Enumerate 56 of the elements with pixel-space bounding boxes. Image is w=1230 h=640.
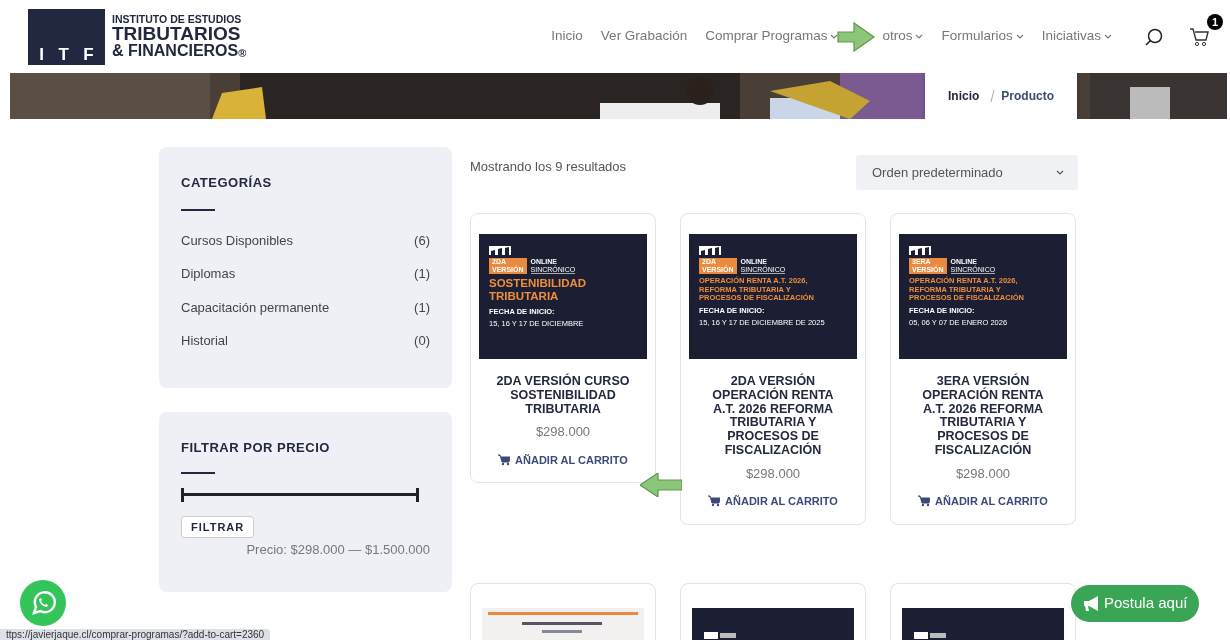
product-price: $298.000 [955, 464, 1011, 483]
arrow-annotation [640, 473, 682, 497]
cart-icon[interactable] [1189, 26, 1210, 47]
category-count: (1) [414, 265, 430, 283]
logo-text: INSTITUTO DE ESTUDIOS [112, 13, 243, 25]
category-link[interactable]: Diplomas [181, 264, 236, 284]
price-slider[interactable] [181, 487, 419, 502]
cart-icon [708, 495, 721, 508]
filter-button[interactable]: FILTRAR [181, 515, 255, 538]
add-to-cart-link[interactable]: AÑADIR AL CARRITO [708, 493, 838, 510]
logo-icon [489, 246, 511, 255]
category-link[interactable]: Capacitación permanente [181, 297, 330, 317]
category-count: (1) [414, 298, 430, 317]
logo-text: TRIBUTARIOS [112, 24, 242, 44]
breadcrumb-link[interactable]: Inicio [948, 87, 980, 105]
logo-icon [699, 246, 721, 255]
megaphone-icon [1083, 594, 1099, 612]
logo-text: & FINANCIEROS [112, 43, 239, 60]
breadcrumb-link[interactable]: Producto [1001, 87, 1054, 105]
product-title: 2DA VERSIÓN OPERACIÓN RENTA A.T. 2026 REFORMA TRIBUTARIA Y PROCESOS DE FISCALIZACIÓN [711, 375, 835, 458]
category-count: (0) [414, 332, 430, 350]
panel-title: FILTRAR POR PRECIO [181, 439, 331, 457]
logo-letter: I [39, 45, 44, 63]
product-price: $298.000 [535, 423, 591, 442]
banner-headline: SOSTENIBILIDAD TRIBUTARIA [489, 277, 588, 303]
search-icon[interactable] [1145, 27, 1163, 46]
cart-count: 1 [1207, 14, 1223, 30]
add-to-cart-link[interactable]: AÑADIR AL CARRITO [918, 493, 1048, 510]
registered-mark: ® [238, 48, 247, 60]
nav-link[interactable]: Iniciativas [1041, 26, 1113, 47]
logo-mark[interactable]: I T F [28, 8, 105, 65]
category-count: (6) [414, 231, 430, 250]
nav-link[interactable]: Ver Grabación [600, 26, 688, 47]
category-link[interactable]: Cursos Disponibles [181, 230, 293, 250]
product-title: 2DA VERSIÓN CURSO SOSTENIBILIDAD TRIBUTARIA [495, 375, 631, 417]
nav-link[interactable]: Formularios [941, 26, 1024, 47]
cart-icon [918, 495, 931, 508]
category-link[interactable]: Historial [181, 331, 228, 351]
cart-icon [498, 454, 511, 466]
slider-handle[interactable] [416, 487, 419, 502]
nav-link[interactable]: Inicio [551, 26, 583, 47]
nav-link[interactable]: otros [882, 26, 924, 47]
price-range: Precio: $298.000 — $1.500.000 [245, 541, 430, 559]
logo-letter: F [83, 45, 94, 63]
slider-handle[interactable] [181, 487, 184, 502]
separator-icon [989, 89, 997, 103]
result-count: Mostrando los 9 resultados [470, 157, 627, 176]
product-price: $298.000 [745, 464, 801, 483]
panel-title: CATEGORÍAS [181, 174, 273, 192]
add-to-cart-link[interactable]: AÑADIR AL CARRITO [498, 451, 628, 469]
sort-dropdown[interactable]: Orden predeterminado [856, 155, 1078, 190]
logo-letter: T [58, 45, 69, 63]
logo-icon [909, 246, 931, 255]
caret-icon [1056, 169, 1064, 176]
product-title: 3ERA VERSIÓN OPERACIÓN RENTA A.T. 2026 REFORMA TRIBUTARIA Y PROCESOS DE FISCALIZACIÓN [921, 375, 1045, 458]
status-url: ttps://javierjaque.cl/comprar-programas/?add-to-cart=2360 [0, 629, 271, 640]
